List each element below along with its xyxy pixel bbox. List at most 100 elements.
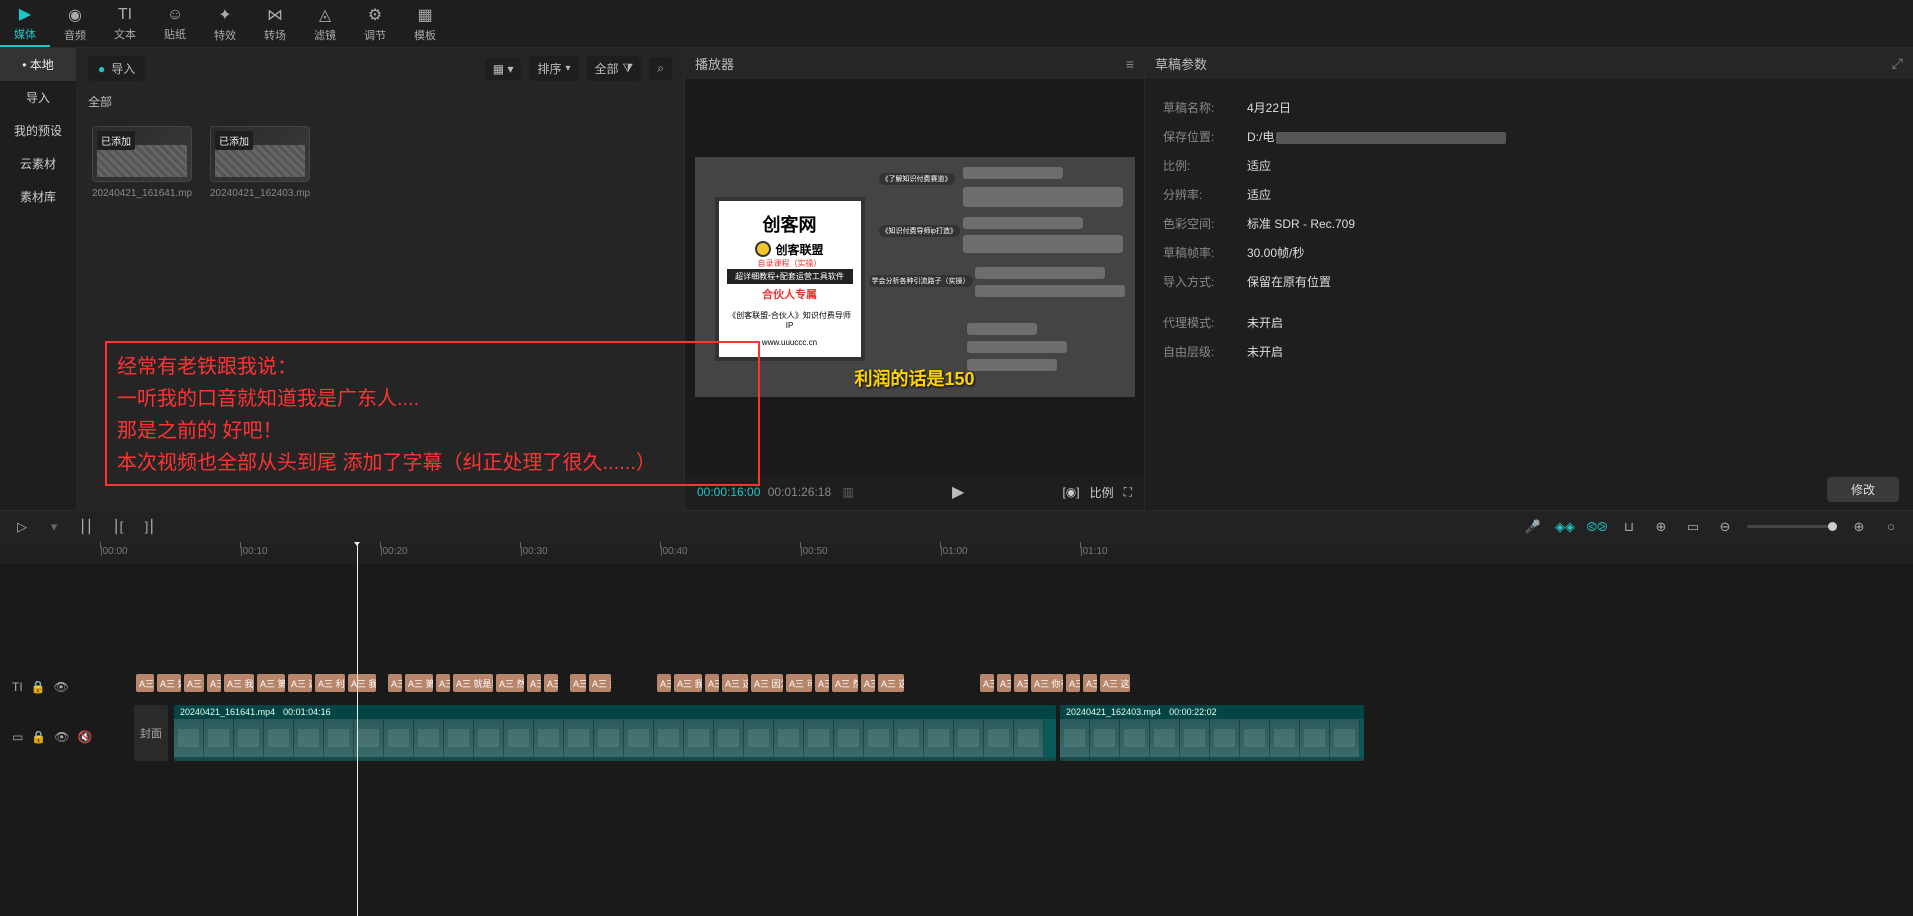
- timeline-toolbar: ▷ ▾ ⎮⎮ ⎮[ ]⎮ 🎤 ◈◈ ⧀⧁ ⊔ ⊕ ▭ ⊖ ⊕ ○: [0, 510, 1913, 542]
- playhead[interactable]: [357, 542, 358, 916]
- modify-button[interactable]: 修改: [1827, 477, 1899, 502]
- fullscreen-icon[interactable]: ⛶: [1124, 485, 1132, 500]
- subtitle-clip-28[interactable]: A三 然后: [832, 674, 858, 692]
- subtitle-clip-4[interactable]: A三 我们: [224, 674, 254, 692]
- video-track-icon: ▭: [12, 730, 23, 744]
- subtitle-clip-18[interactable]: A三: [570, 674, 586, 692]
- tab-转场[interactable]: ⋈转场: [250, 0, 300, 47]
- subtitle-clip-14[interactable]: A三 然后: [496, 674, 524, 692]
- subtitle-clip-33[interactable]: A三: [997, 674, 1011, 692]
- video-clip-1[interactable]: 20240421_162403.mp400:00:22:02: [1060, 705, 1364, 761]
- subtitle-clip-24[interactable]: A三 这个: [722, 674, 748, 692]
- play-button[interactable]: ▶: [952, 482, 964, 502]
- cut-left-tool[interactable]: ⎮[: [108, 517, 128, 537]
- tab-音频[interactable]: ◉音频: [50, 0, 100, 47]
- prop-row-7: [1163, 296, 1895, 308]
- zoom-slider[interactable]: [1747, 525, 1837, 528]
- tab-模板[interactable]: ▦模板: [400, 0, 450, 47]
- subtitle-clip-7[interactable]: A三 利润: [315, 674, 345, 692]
- subtitle-clip-34[interactable]: A三: [1014, 674, 1028, 692]
- import-label: 导入: [111, 60, 135, 77]
- player-menu-icon[interactable]: ≡: [1126, 56, 1134, 72]
- subtitle-clip-27[interactable]: A三: [815, 674, 829, 692]
- subtitle-clip-0[interactable]: A三: [136, 674, 154, 692]
- prop-row-2: 比例:适应: [1163, 151, 1895, 180]
- link-icon[interactable]: ⊕: [1651, 517, 1671, 537]
- subtitle-clip-5[interactable]: A三 第一: [257, 674, 285, 692]
- tab-调节[interactable]: ⚙调节: [350, 0, 400, 47]
- media-content: ● 导入 ▦ ▾ 排序 ▾ 全部 ⧩ ⌕ 全部 20240421_161641.…: [76, 48, 684, 510]
- split-tool[interactable]: ⎮⎮: [76, 517, 96, 537]
- tab-特效[interactable]: ✦特效: [200, 0, 250, 47]
- media-thumbnails: 20240421_161641.mp420240421_162403.mp4: [76, 114, 684, 211]
- mute-icon[interactable]: 🔇: [78, 730, 93, 744]
- tab-文本[interactable]: TI文本: [100, 0, 150, 47]
- subtitle-clip-22[interactable]: A三 我们: [674, 674, 702, 692]
- sort-button[interactable]: 排序 ▾: [529, 56, 578, 81]
- subtitle-clip-16[interactable]: A三: [544, 674, 558, 692]
- cut-right-tool[interactable]: ]⎮: [140, 517, 160, 537]
- focus-icon[interactable]: [◉]: [1062, 485, 1079, 499]
- tab-贴纸[interactable]: ☺贴纸: [150, 0, 200, 47]
- tab-媒体[interactable]: ▶媒体: [0, 0, 50, 47]
- media-thumb-1[interactable]: 20240421_162403.mp4: [210, 126, 310, 199]
- lock-icon[interactable]: 🔒: [31, 730, 46, 744]
- mic-icon[interactable]: 🎤: [1523, 517, 1543, 537]
- zoom-fit-icon[interactable]: ○: [1881, 517, 1901, 537]
- snap-tool-1[interactable]: ◈◈: [1555, 517, 1575, 537]
- subtitle-clip-6[interactable]: A三 这: [288, 674, 312, 692]
- search-button[interactable]: ⌕: [649, 57, 672, 80]
- subtitle-clip-29[interactable]: A三: [861, 674, 875, 692]
- view-grid-button[interactable]: ▦ ▾: [485, 58, 522, 80]
- time-ruler[interactable]: |00:00|00:10|00:20|00:30|00:40|00:50|01:…: [0, 542, 1913, 564]
- pointer-tool[interactable]: ▷: [12, 517, 32, 537]
- time-total: 00:01:26:18: [768, 485, 831, 499]
- subtitle-clip-26[interactable]: A三 可能: [786, 674, 812, 692]
- subtitle-clip-21[interactable]: A三: [657, 674, 671, 692]
- media-thumb-0[interactable]: 20240421_161641.mp4: [92, 126, 192, 199]
- subtitle-clip-35[interactable]: A三 你有木: [1031, 674, 1063, 692]
- cover-slot[interactable]: 封面: [134, 705, 168, 761]
- subtitle-clip-32[interactable]: A三: [980, 674, 994, 692]
- ratio-button[interactable]: 比例: [1090, 484, 1114, 501]
- sidebar-item-3[interactable]: 云素材: [0, 147, 76, 180]
- subtitle-clip-3[interactable]: A三: [207, 674, 221, 692]
- category-all[interactable]: 全部: [76, 89, 684, 114]
- subtitle-clip-13[interactable]: A三 就是利润: [453, 674, 493, 692]
- subtitle-clip-37[interactable]: A三: [1083, 674, 1097, 692]
- expand-icon[interactable]: ⤢: [1892, 55, 1903, 72]
- subtitle-clip-2[interactable]: A三 ...: [184, 674, 204, 692]
- subtitle-clip-15[interactable]: A三: [527, 674, 541, 692]
- preview-area[interactable]: 创客网 创客联盟 自录课程（实操） 超详细教程+配套运营工具软件 合伙人专属 《…: [685, 79, 1144, 474]
- sidebar-item-2[interactable]: 我的预设: [0, 114, 76, 147]
- filter-all-button[interactable]: 全部 ⧩: [587, 56, 642, 81]
- zoom-in-icon[interactable]: ⊕: [1849, 517, 1869, 537]
- magnet-icon[interactable]: ⊔: [1619, 517, 1639, 537]
- subtitle-clip-25[interactable]: A三 因为我: [751, 674, 783, 692]
- subtitle-clip-12[interactable]: A三: [436, 674, 450, 692]
- tracks-area[interactable]: |00:00|00:10|00:20|00:30|00:40|00:50|01:…: [0, 542, 1913, 916]
- subtitle-clip-36[interactable]: A三: [1066, 674, 1080, 692]
- subtitle-clip-23[interactable]: A三: [705, 674, 719, 692]
- sidebar-item-0[interactable]: • 本地: [0, 48, 76, 81]
- subtitle-clip-8[interactable]: A三 我们: [348, 674, 376, 692]
- subtitle-clip-38[interactable]: A三 这个: [1100, 674, 1130, 692]
- subtitle-clip-30[interactable]: A三 这个: [878, 674, 904, 692]
- sidebar-item-4[interactable]: 素材库: [0, 180, 76, 213]
- preview-icon[interactable]: ▭: [1683, 517, 1703, 537]
- subtitle-clip-1[interactable]: A三 如: [157, 674, 181, 692]
- zoom-out-icon[interactable]: ⊖: [1715, 517, 1735, 537]
- subtitle-clip-19[interactable]: A三 然: [589, 674, 611, 692]
- import-button[interactable]: ● 导入: [88, 56, 145, 81]
- timeline-section: ▷ ▾ ⎮⎮ ⎮[ ]⎮ 🎤 ◈◈ ⧀⧁ ⊔ ⊕ ▭ ⊖ ⊕ ○ |00:00|…: [0, 510, 1913, 916]
- sidebar-item-1[interactable]: 导入: [0, 81, 76, 114]
- subtitle-clip-10[interactable]: A三: [388, 674, 402, 692]
- video-clip-0[interactable]: 20240421_161641.mp400:01:04:16: [174, 705, 1056, 761]
- tab-滤镜[interactable]: ◬滤镜: [300, 0, 350, 47]
- subtitle-clip-11[interactable]: A三 第一: [405, 674, 433, 692]
- lock-icon[interactable]: 🔒: [31, 680, 46, 694]
- snap-tool-2[interactable]: ⧀⧁: [1587, 517, 1607, 537]
- eye-icon[interactable]: 👁: [54, 680, 69, 694]
- columns-icon[interactable]: ▥: [843, 485, 854, 499]
- eye-icon[interactable]: 👁: [54, 730, 69, 744]
